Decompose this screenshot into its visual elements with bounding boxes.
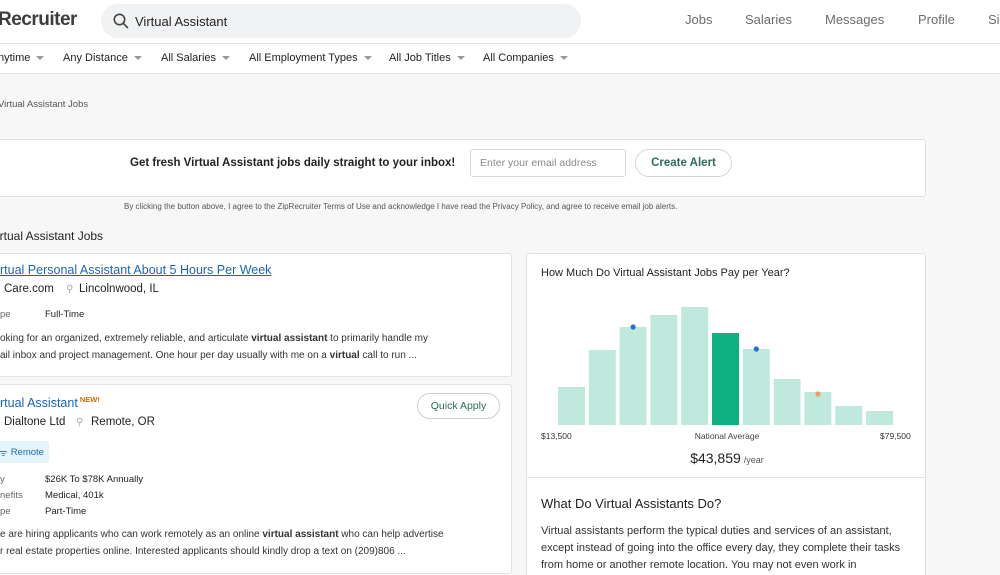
type-value: Full-Time bbox=[45, 309, 85, 320]
results-heading: irtual Assistant Jobs bbox=[0, 229, 104, 243]
nav-jobs[interactable]: Jobs bbox=[685, 12, 712, 27]
job-title-link[interactable]: rtual Assistant NEW! bbox=[0, 395, 100, 410]
top-header: Recruiter Virtual Assistant Jobs Salarie… bbox=[0, 0, 1000, 44]
benefits-value: Medical, 401k bbox=[45, 490, 104, 501]
pay-label: y bbox=[0, 474, 5, 485]
location-pin-icon: ⚲ bbox=[66, 284, 74, 295]
location-pin-icon: ⚲ bbox=[76, 417, 84, 428]
histogram-bar bbox=[742, 349, 770, 425]
email-field[interactable] bbox=[470, 149, 626, 177]
filter-salaries[interactable]: All Salaries bbox=[161, 52, 231, 64]
filter-job-titles[interactable]: All Job Titles bbox=[389, 52, 465, 64]
histogram-bar bbox=[558, 387, 585, 425]
alert-text: Get fresh Virtual Assistant jobs daily s… bbox=[130, 157, 456, 169]
chevron-down-icon bbox=[222, 56, 231, 61]
salary-marker bbox=[815, 391, 821, 397]
job-card[interactable]: rtual Personal Assistant About 5 Hours P… bbox=[0, 253, 512, 377]
about-text: Virtual assistants perform the typical d… bbox=[541, 525, 901, 571]
national-average-label: National Average bbox=[694, 431, 760, 441]
chevron-down-icon bbox=[36, 56, 45, 61]
search-icon bbox=[113, 13, 129, 29]
job-location: Remote, OR bbox=[91, 416, 155, 428]
new-badge: NEW! bbox=[79, 395, 100, 404]
salary-histogram bbox=[558, 307, 893, 425]
pay-value: $26K To $78K Annually bbox=[45, 474, 144, 485]
filter-bar: nytime Any Distance All Salaries All Emp… bbox=[0, 44, 1000, 74]
nav-signin[interactable]: Si bbox=[988, 12, 1000, 27]
filter-distance[interactable]: Any Distance bbox=[63, 52, 142, 64]
chevron-down-icon bbox=[363, 56, 372, 61]
page-margin bbox=[940, 74, 1000, 575]
type-value: Part-Time bbox=[45, 506, 87, 517]
job-alert-box: Get fresh Virtual Assistant jobs daily s… bbox=[0, 139, 926, 197]
job-snippet: oking for an organized, extremely reliab… bbox=[0, 333, 428, 361]
job-title-link[interactable]: rtual Personal Assistant About 5 Hours P… bbox=[0, 263, 271, 277]
type-label: pe bbox=[0, 309, 11, 320]
histogram-bar bbox=[681, 307, 709, 425]
nav-profile[interactable]: Profile bbox=[918, 12, 955, 27]
remote-badge: ᯤ Remote bbox=[0, 441, 49, 463]
average-salary: $43,859/year bbox=[690, 450, 764, 466]
histogram-bar bbox=[804, 392, 832, 425]
job-location: Lincolnwood, IL bbox=[79, 283, 159, 295]
chevron-down-icon bbox=[559, 56, 568, 61]
filter-employment-types[interactable]: All Employment Types bbox=[249, 52, 372, 64]
histogram-bar bbox=[712, 333, 739, 425]
job-card[interactable]: rtual Assistant NEW! Quick Apply Dialtone… bbox=[0, 384, 512, 574]
filter-anytime[interactable]: nytime bbox=[0, 52, 45, 64]
search-bar[interactable]: Virtual Assistant bbox=[101, 4, 581, 38]
histogram-bar bbox=[650, 315, 678, 425]
company-name[interactable]: Dialtone Ltd bbox=[4, 416, 65, 428]
quick-apply-button[interactable]: Quick Apply bbox=[417, 393, 500, 419]
breadcrumb[interactable]: Virtual Assistant Jobs bbox=[0, 99, 88, 110]
create-alert-button[interactable]: Create Alert bbox=[635, 149, 732, 177]
histogram-bar bbox=[619, 327, 647, 425]
salary-marker bbox=[753, 346, 759, 352]
nav-salaries[interactable]: Salaries bbox=[745, 12, 792, 27]
about-title: What Do Virtual Assistants Do? bbox=[541, 496, 722, 511]
histogram-bar bbox=[835, 406, 863, 425]
salary-marker bbox=[630, 324, 636, 330]
alert-disclaimer: By clicking the button above, I agree to… bbox=[124, 202, 678, 211]
histogram-bar bbox=[773, 379, 801, 425]
benefits-label: nefits bbox=[0, 490, 23, 501]
search-input[interactable]: Virtual Assistant bbox=[135, 14, 227, 29]
nav-messages[interactable]: Messages bbox=[825, 12, 884, 27]
job-snippet: e are hiring applicants who can work rem… bbox=[0, 529, 444, 557]
chevron-down-icon bbox=[133, 56, 142, 61]
histogram-bar bbox=[866, 411, 893, 425]
company-name[interactable]: Care.com bbox=[4, 283, 54, 295]
type-label: pe bbox=[0, 506, 11, 517]
max-salary-label: $79,500 bbox=[880, 431, 911, 441]
logo[interactable]: Recruiter bbox=[0, 9, 77, 31]
histogram-bar bbox=[588, 350, 616, 425]
salary-panel: How Much Do Virtual Assistant Jobs Pay p… bbox=[526, 253, 926, 575]
wifi-icon: ᯤ bbox=[0, 447, 8, 459]
chevron-down-icon bbox=[456, 56, 465, 61]
divider bbox=[527, 477, 925, 478]
filter-companies[interactable]: All Companies bbox=[483, 52, 568, 64]
